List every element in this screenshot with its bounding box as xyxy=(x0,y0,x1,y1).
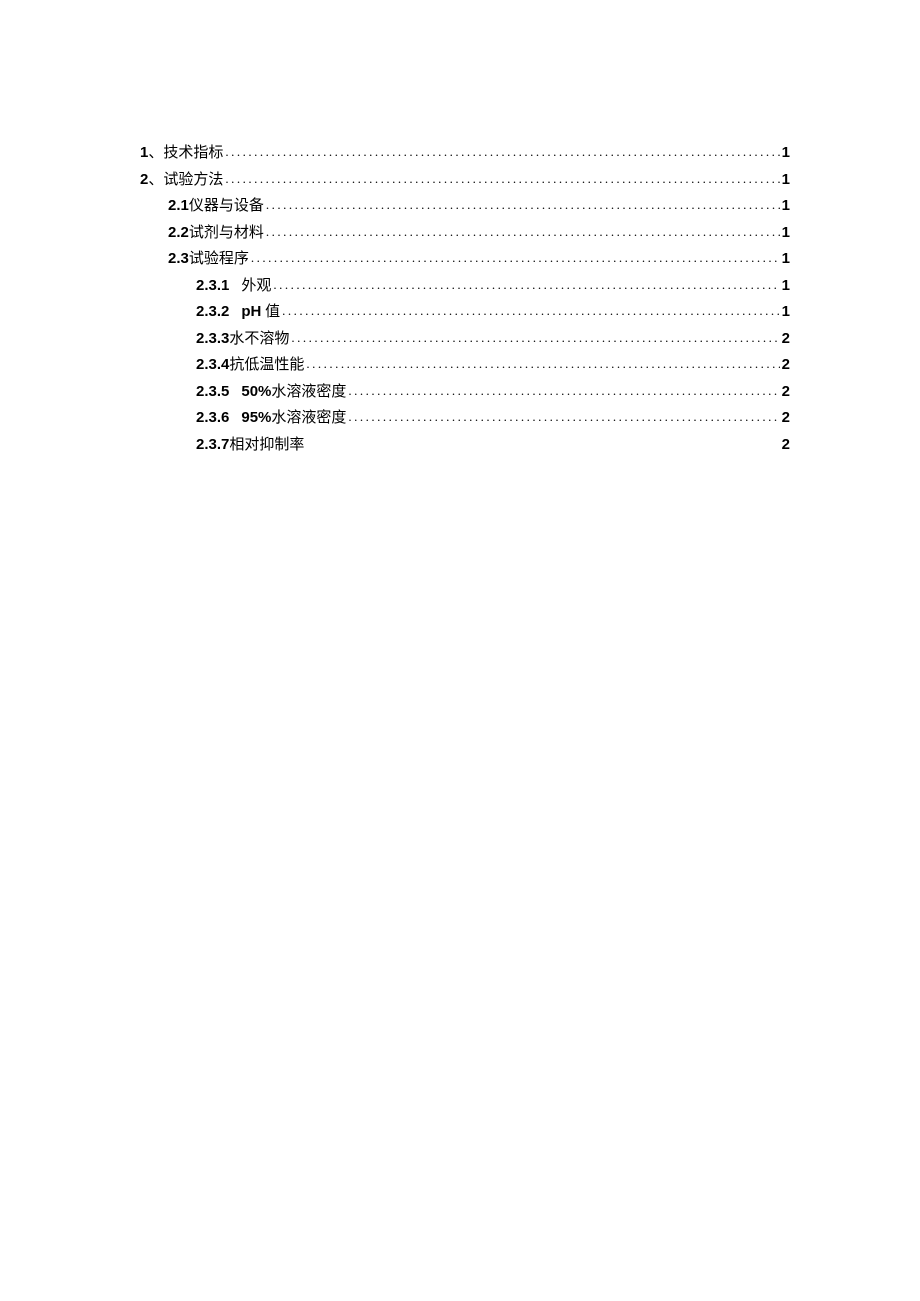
toc-entry-title-text: 技术指标 xyxy=(163,145,223,161)
toc-entry-title: 水不溶物 xyxy=(229,332,289,347)
toc-entry-title-text: 抗低温性能 xyxy=(229,357,304,373)
toc-entry-title-text: 仪器与设备 xyxy=(189,198,264,214)
toc-entry-separator: 、 xyxy=(148,173,163,188)
toc-entry-page: 1 xyxy=(782,251,790,266)
toc-entry-title: 试剂与材料 xyxy=(189,226,264,241)
toc-entry-number: 2.2 xyxy=(168,225,189,240)
toc-entry-page: 1 xyxy=(782,304,790,319)
toc-entry: 2.3.7 相对抑制率 2 xyxy=(140,437,790,453)
toc-entry: 2.2 试剂与材料...............................… xyxy=(140,225,790,241)
toc-entry-title: 95%水溶液密度 xyxy=(241,410,346,426)
toc-leader-dots: ........................................… xyxy=(348,384,779,397)
toc-entry-page: 1 xyxy=(782,198,790,213)
toc-entry: 2.3.1 外观.................................… xyxy=(140,278,790,294)
toc-entry-number: 2.3.2 xyxy=(196,304,229,319)
toc-entry-title-prefix: pH xyxy=(241,303,261,320)
toc-leader-dots: ........................................… xyxy=(225,145,779,158)
toc-entry-title: 仪器与设备 xyxy=(189,199,264,214)
toc-entry: 2.3.6 95%水溶液密度...........................… xyxy=(140,410,790,426)
toc-entry: 2.3 试验程序................................… xyxy=(140,251,790,267)
toc-entry: 2.1 仪器与设备...............................… xyxy=(140,198,790,214)
toc-entry-number: 2.3 xyxy=(168,251,189,266)
toc-entry-number: 2 xyxy=(140,172,148,187)
toc-entry: 2、试验方法..................................… xyxy=(140,172,790,188)
toc-entry-number: 2.3.7 xyxy=(196,437,229,452)
toc-entry-number: 2.3.6 xyxy=(196,410,229,425)
toc-leader-dots: ........................................… xyxy=(306,357,779,370)
toc-entry-title: 50%水溶液密度 xyxy=(241,384,346,400)
toc-entry-page: 2 xyxy=(782,357,790,372)
toc-leader-dots: ........................................… xyxy=(282,304,780,317)
toc-entry-page: 2 xyxy=(782,384,790,399)
toc-entry-page: 2 xyxy=(782,331,790,346)
toc-entry-title: pH 值 xyxy=(241,304,280,320)
toc-entry-title: 技术指标 xyxy=(163,146,223,161)
toc-entry-number: 2.3.3 xyxy=(196,331,229,346)
toc-entry-title-text: 水溶液密度 xyxy=(271,410,346,426)
toc-entry: 2.3.4 抗低温性能.............................… xyxy=(140,357,790,373)
toc-entry-page: 1 xyxy=(782,225,790,240)
document-page: 1、技术指标..................................… xyxy=(0,0,920,453)
toc-leader-dots: ........................................… xyxy=(225,172,779,185)
toc-entry-title-prefix: 50% xyxy=(241,383,271,400)
toc-entry-number: 2.1 xyxy=(168,198,189,213)
toc-entry-title: 相对抑制率 xyxy=(229,438,304,453)
toc-entry-title-text: 外观 xyxy=(241,278,271,294)
toc-entry-title-text: 水溶液密度 xyxy=(271,384,346,400)
toc-entry-page: 2 xyxy=(782,437,790,452)
toc-entry-separator: 、 xyxy=(148,146,163,161)
toc-leader-dots: ........................................… xyxy=(266,225,780,238)
toc-entry-number: 2.3.1 xyxy=(196,278,229,293)
toc-entry-title-text: 值 xyxy=(261,304,280,320)
toc-entry-page: 1 xyxy=(782,172,790,187)
toc-entry-title: 试验程序 xyxy=(189,252,249,267)
toc-leader-dots: ........................................… xyxy=(273,278,779,291)
toc-entry-number: 1 xyxy=(140,145,148,160)
toc-entry: 1、技术指标..................................… xyxy=(140,145,790,161)
toc-entry-page: 1 xyxy=(782,278,790,293)
toc-leader-dots: ........................................… xyxy=(291,331,779,344)
toc-leader-dots: ........................................… xyxy=(251,251,780,264)
toc-entry-title-text: 水不溶物 xyxy=(229,331,289,347)
toc-leader-dots: ........................................… xyxy=(266,198,780,211)
table-of-contents: 1、技术指标..................................… xyxy=(140,145,790,453)
toc-entry-title-prefix: 95% xyxy=(241,409,271,426)
toc-leader-dots: ........................................… xyxy=(348,410,779,423)
toc-entry-number: 2.3.5 xyxy=(196,384,229,399)
toc-entry-page: 1 xyxy=(782,145,790,160)
toc-entry-title: 试验方法 xyxy=(163,173,223,188)
toc-entry: 2.3.3 水不溶物..............................… xyxy=(140,331,790,347)
toc-entry: 2.3.2 pH 值...............................… xyxy=(140,304,790,320)
toc-entry-number: 2.3.4 xyxy=(196,357,229,372)
toc-entry: 2.3.5 50%水溶液密度...........................… xyxy=(140,384,790,400)
toc-entry-title-text: 试验方法 xyxy=(163,172,223,188)
toc-entry-title: 抗低温性能 xyxy=(229,358,304,373)
toc-entry-title-text: 试验程序 xyxy=(189,251,249,267)
toc-entry-title: 外观 xyxy=(241,279,271,294)
toc-entry-title-text: 试剂与材料 xyxy=(189,225,264,241)
toc-entry-title-text: 相对抑制率 xyxy=(229,437,304,453)
toc-entry-page: 2 xyxy=(782,410,790,425)
